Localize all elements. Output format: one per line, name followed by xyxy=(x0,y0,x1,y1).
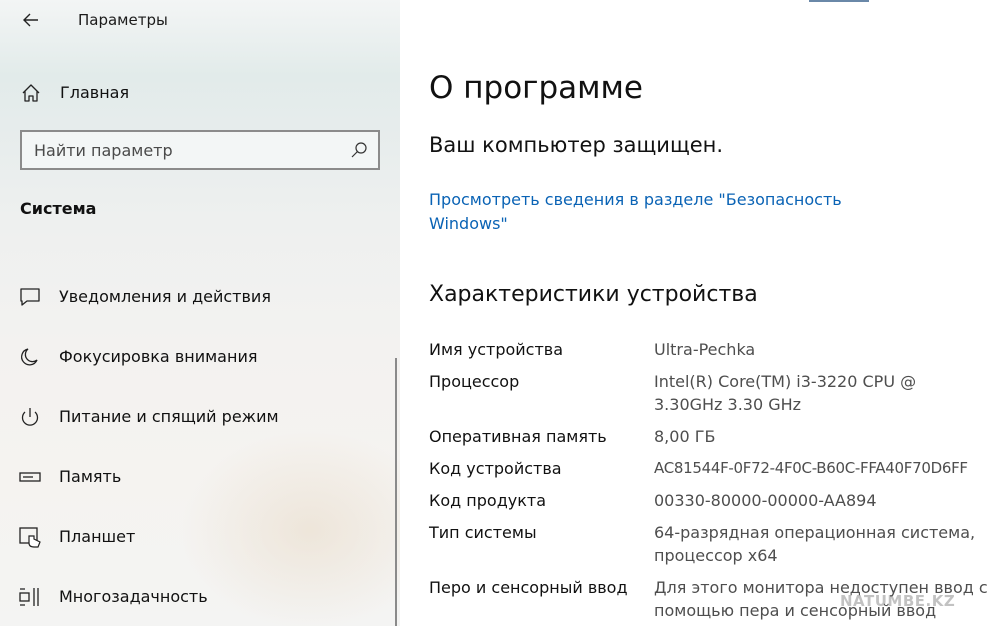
page-title: О программе xyxy=(429,70,643,106)
protection-status: Ваш компьютер защищен. xyxy=(429,133,724,157)
spec-value: Intel(R) Core(TM) i3-3220 CPU @ 3.30GHz … xyxy=(654,372,917,414)
notification-icon xyxy=(20,288,40,306)
search-input[interactable] xyxy=(34,138,334,162)
sidebar-item-label: Уведомления и действия xyxy=(59,287,271,306)
moon-icon xyxy=(21,348,38,366)
power-icon xyxy=(21,408,39,426)
sidebar-item-label: Планшет xyxy=(59,527,136,546)
watermark: NATUMBE.KZ xyxy=(840,592,956,610)
home-icon xyxy=(22,84,40,102)
storage-icon xyxy=(19,472,41,482)
sidebar-item-label: Питание и спящий режим xyxy=(59,407,279,426)
top-accent-bar xyxy=(809,0,869,2)
spec-value: 00330-80000-00000-AA894 xyxy=(654,491,877,510)
main-content: О программе Ваш компьютер защищен. Просм… xyxy=(400,0,997,626)
app-title: Параметры xyxy=(78,11,168,29)
security-link[interactable]: Просмотреть сведения в разделе "Безопасн… xyxy=(429,188,849,236)
nav-home-label: Главная xyxy=(60,83,130,102)
sidebar: Параметры Главная Система Уведомления и … xyxy=(0,0,400,626)
multitasking-icon xyxy=(19,588,39,606)
sidebar-item-label: Память xyxy=(59,467,122,486)
spec-key: Процессор xyxy=(429,372,520,391)
back-arrow-icon xyxy=(23,13,38,27)
sidebar-item-storage[interactable]: Память xyxy=(18,462,388,492)
sidebar-item-label: Фокусировка внимания xyxy=(59,347,258,366)
spec-key: Перо и сенсорный ввод xyxy=(429,578,628,597)
sidebar-item-focus[interactable]: Фокусировка внимания xyxy=(18,342,388,372)
sidebar-item-notifications[interactable]: Уведомления и действия xyxy=(18,282,388,312)
spec-value: Ultra-Pechka xyxy=(654,340,756,359)
section-title: Система xyxy=(20,199,97,218)
spec-value: 8,00 ГБ xyxy=(654,427,716,446)
sidebar-item-power[interactable]: Питание и спящий режим xyxy=(18,402,388,432)
specs-title: Характеристики устройства xyxy=(429,282,758,307)
spec-key: Код устройства xyxy=(429,459,562,478)
sidebar-scrollbar[interactable] xyxy=(395,358,397,626)
spec-value: 64-разрядная операционная система, проце… xyxy=(654,523,976,565)
sidebar-item-multitasking[interactable]: Многозадачность xyxy=(18,582,388,612)
nav-home[interactable]: Главная xyxy=(18,78,378,108)
search-icon[interactable] xyxy=(350,141,368,159)
sidebar-item-label: Многозадачность xyxy=(59,587,208,606)
spec-key: Тип системы xyxy=(429,523,537,542)
spec-value: AC81544F-0F72-4F0C-B60C-FFA40F70D6FF xyxy=(654,459,968,477)
spec-key: Код продукта xyxy=(429,491,547,510)
spec-key: Оперативная память xyxy=(429,427,607,446)
back-button[interactable] xyxy=(20,9,42,31)
sidebar-item-tablet[interactable]: Планшет xyxy=(18,522,388,552)
tablet-icon xyxy=(19,527,41,548)
spec-key: Имя устройства xyxy=(429,340,564,359)
search-box[interactable] xyxy=(20,130,380,170)
